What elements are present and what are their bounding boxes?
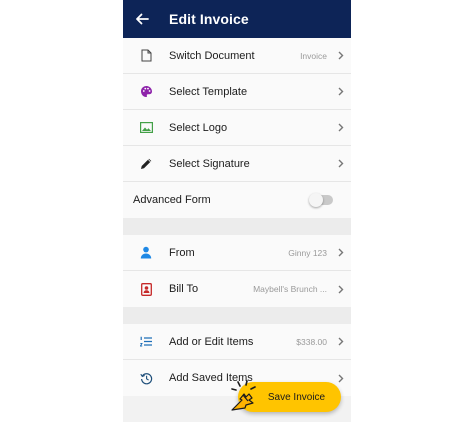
document-icon: [123, 49, 169, 62]
document-settings-group: Switch Document Invoice Select Template …: [123, 38, 351, 218]
chevron-right-icon: [331, 159, 351, 168]
select-logo-row[interactable]: Select Logo: [123, 110, 351, 146]
chevron-right-icon: [331, 51, 351, 60]
chevron-right-icon: [331, 123, 351, 132]
pencil-icon: [123, 157, 169, 170]
arrow-left-icon: [136, 13, 149, 25]
page-title: Edit Invoice: [169, 11, 249, 27]
person-icon: [123, 246, 169, 259]
image-icon: [123, 122, 169, 133]
items-total-value: $338.00: [296, 336, 327, 347]
back-button[interactable]: [133, 10, 151, 28]
switch-document-value: Invoice: [300, 50, 327, 61]
chevron-right-icon: [331, 374, 351, 383]
switch-document-label: Switch Document: [169, 49, 255, 62]
bill-to-row[interactable]: Bill To Maybell's Brunch ...: [123, 271, 351, 307]
toggle-knob: [309, 193, 323, 207]
hand-pointer-icon: [231, 380, 256, 411]
select-logo-label: Select Logo: [169, 121, 228, 134]
list-icon: [123, 336, 169, 347]
chevron-right-icon: [331, 285, 351, 294]
advanced-form-toggle[interactable]: [309, 193, 333, 207]
phone-screen: Edit Invoice Switch Document Invoice Sel…: [123, 0, 351, 422]
switch-document-row[interactable]: Switch Document Invoice: [123, 38, 351, 74]
bill-to-label: Bill To: [169, 283, 199, 295]
advanced-form-label: Advanced Form: [133, 194, 211, 206]
history-icon: [123, 372, 169, 385]
section-divider: [123, 307, 351, 324]
chevron-right-icon: [331, 337, 351, 346]
advanced-form-row: Advanced Form: [123, 182, 351, 218]
app-bar: Edit Invoice: [123, 0, 351, 38]
chevron-right-icon: [331, 248, 351, 257]
select-template-label: Select Template: [169, 85, 248, 98]
select-template-row[interactable]: Select Template: [123, 74, 351, 110]
parties-group: From Ginny 123 Bill To Maybell's Brunch …: [123, 235, 351, 307]
from-value: Ginny 123: [288, 247, 327, 258]
select-signature-label: Select Signature: [169, 157, 250, 170]
select-signature-row[interactable]: Select Signature: [123, 146, 351, 182]
from-row[interactable]: From Ginny 123: [123, 235, 351, 271]
bill-to-value: Maybell's Brunch ...: [253, 284, 327, 294]
save-invoice-label: Save Invoice: [267, 391, 326, 403]
contact-card-icon: [123, 282, 169, 296]
section-divider: [123, 218, 351, 235]
add-edit-items-label: Add or Edit Items: [169, 335, 254, 348]
palette-icon: [123, 85, 169, 98]
from-label: From: [169, 246, 195, 259]
chevron-right-icon: [331, 87, 351, 96]
add-edit-items-row[interactable]: Add or Edit Items $338.00: [123, 324, 351, 360]
